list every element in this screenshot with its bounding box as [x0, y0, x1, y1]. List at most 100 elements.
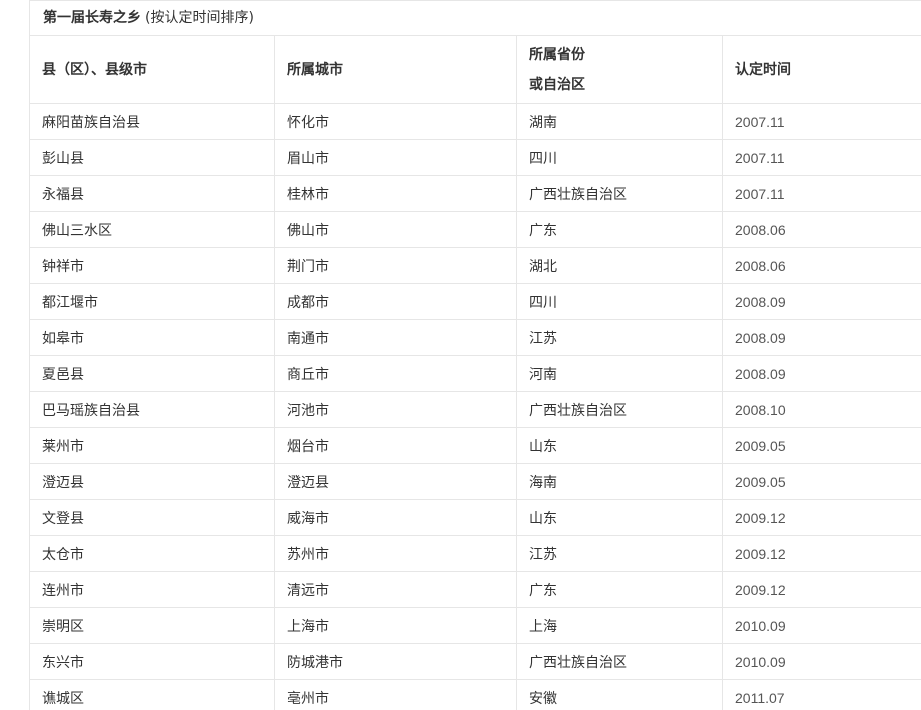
- table-row: 钟祥市 荆门市 湖北 2008.06: [29, 247, 921, 284]
- table-row: 巴马瑶族自治县 河池市 广西壮族自治区 2008.10: [29, 391, 921, 428]
- cell-province: 山东: [516, 427, 723, 464]
- longevity-table-container: 第一届长寿之乡 (按认定时间排序) 县（区）、县级市 所属城市 所属省份 或自治区…: [29, 0, 921, 710]
- table-row: 东兴市 防城港市 广西壮族自治区 2010.09: [29, 643, 921, 680]
- caption-title: 第一届长寿之乡: [43, 10, 141, 26]
- cell-city: 苏州市: [274, 535, 517, 572]
- cell-county: 莱州市: [29, 427, 275, 464]
- cell-county: 连州市: [29, 571, 275, 608]
- cell-county: 彭山县: [29, 139, 275, 176]
- cell-city: 成都市: [274, 283, 517, 320]
- table-row: 崇明区 上海市 上海 2010.09: [29, 607, 921, 644]
- cell-city: 佛山市: [274, 211, 517, 248]
- cell-date: 2007.11: [722, 103, 921, 140]
- cell-province: 江苏: [516, 535, 723, 572]
- cell-province: 湖北: [516, 247, 723, 284]
- cell-city: 南通市: [274, 319, 517, 356]
- header-county: 县（区）、县级市: [29, 36, 275, 104]
- table-caption: 第一届长寿之乡 (按认定时间排序): [29, 0, 921, 36]
- cell-date: 2011.07: [722, 679, 921, 710]
- table-row: 如皋市 南通市 江苏 2008.09: [29, 319, 921, 356]
- cell-county: 麻阳苗族自治县: [29, 103, 275, 140]
- cell-date: 2009.12: [722, 571, 921, 608]
- cell-date: 2008.09: [722, 319, 921, 356]
- cell-date: 2009.12: [722, 535, 921, 572]
- cell-province: 广西壮族自治区: [516, 175, 723, 212]
- cell-city: 桂林市: [274, 175, 517, 212]
- table-row: 连州市 清远市 广东 2009.12: [29, 571, 921, 608]
- cell-date: 2007.11: [722, 175, 921, 212]
- cell-city: 河池市: [274, 391, 517, 428]
- left-gutter: [0, 0, 29, 710]
- table-row: 永福县 桂林市 广西壮族自治区 2007.11: [29, 175, 921, 212]
- cell-date: 2009.12: [722, 499, 921, 536]
- cell-city: 防城港市: [274, 643, 517, 680]
- cell-province: 广东: [516, 571, 723, 608]
- table-row: 澄迈县 澄迈县 海南 2009.05: [29, 463, 921, 500]
- cell-date: 2008.09: [722, 355, 921, 392]
- cell-province: 广西壮族自治区: [516, 643, 723, 680]
- table-body: 麻阳苗族自治县 怀化市 湖南 2007.11 彭山县 眉山市 四川 2007.11 永福县 桂林市…: [29, 103, 921, 710]
- cell-date: 2010.09: [722, 607, 921, 644]
- table-row: 太仓市 苏州市 江苏 2009.12: [29, 535, 921, 572]
- table-row: 夏邑县 商丘市 河南 2008.09: [29, 355, 921, 392]
- cell-date: 2008.06: [722, 211, 921, 248]
- header-province: 所属省份 或自治区: [516, 36, 723, 104]
- cell-province: 四川: [516, 139, 723, 176]
- cell-county: 如皋市: [29, 319, 275, 356]
- cell-province: 广东: [516, 211, 723, 248]
- cell-county: 佛山三水区: [29, 211, 275, 248]
- cell-date: 2007.11: [722, 139, 921, 176]
- header-date: 认定时间: [722, 36, 921, 104]
- cell-date: 2010.09: [722, 643, 921, 680]
- cell-city: 清远市: [274, 571, 517, 608]
- cell-county: 太仓市: [29, 535, 275, 572]
- cell-county: 谯城区: [29, 679, 275, 710]
- cell-city: 上海市: [274, 607, 517, 644]
- cell-city: 威海市: [274, 499, 517, 536]
- caption-note: (按认定时间排序): [145, 10, 254, 26]
- cell-county: 澄迈县: [29, 463, 275, 500]
- cell-province: 四川: [516, 283, 723, 320]
- cell-province: 山东: [516, 499, 723, 536]
- header-province-line2: 或自治区: [529, 76, 585, 93]
- cell-date: 2008.06: [722, 247, 921, 284]
- cell-county: 巴马瑶族自治县: [29, 391, 275, 428]
- cell-province: 海南: [516, 463, 723, 500]
- header-province-line1: 所属省份: [529, 46, 585, 63]
- table-row: 文登县 威海市 山东 2009.12: [29, 499, 921, 536]
- cell-city: 澄迈县: [274, 463, 517, 500]
- cell-date: 2009.05: [722, 463, 921, 500]
- table-row: 都江堰市 成都市 四川 2008.09: [29, 283, 921, 320]
- cell-province: 上海: [516, 607, 723, 644]
- cell-date: 2008.09: [722, 283, 921, 320]
- cell-province: 江苏: [516, 319, 723, 356]
- cell-city: 烟台市: [274, 427, 517, 464]
- cell-province: 广西壮族自治区: [516, 391, 723, 428]
- cell-county: 钟祥市: [29, 247, 275, 284]
- cell-city: 荆门市: [274, 247, 517, 284]
- cell-county: 文登县: [29, 499, 275, 536]
- cell-county: 崇明区: [29, 607, 275, 644]
- cell-province: 安徽: [516, 679, 723, 710]
- cell-county: 夏邑县: [29, 355, 275, 392]
- page: 第一届长寿之乡 (按认定时间排序) 县（区）、县级市 所属城市 所属省份 或自治区…: [0, 0, 921, 710]
- cell-date: 2009.05: [722, 427, 921, 464]
- longevity-table: 县（区）、县级市 所属城市 所属省份 或自治区 认定时间 麻阳苗族自治县 怀化市湖…: [29, 36, 921, 710]
- cell-date: 2008.10: [722, 391, 921, 428]
- cell-province: 河南: [516, 355, 723, 392]
- header-city: 所属城市: [274, 36, 517, 104]
- table-row: 莱州市 烟台市 山东 2009.05: [29, 427, 921, 464]
- table-row: 彭山县 眉山市 四川 2007.11: [29, 139, 921, 176]
- table-row: 佛山三水区 佛山市 广东 2008.06: [29, 211, 921, 248]
- table-row: 谯城区 亳州市 安徽 2011.07: [29, 679, 921, 710]
- table-row: 麻阳苗族自治县 怀化市 湖南 2007.11: [29, 103, 921, 140]
- table-header-row: 县（区）、县级市 所属城市 所属省份 或自治区 认定时间: [29, 36, 921, 104]
- cell-province: 湖南: [516, 103, 723, 140]
- cell-city: 亳州市: [274, 679, 517, 710]
- cell-county: 东兴市: [29, 643, 275, 680]
- cell-city: 商丘市: [274, 355, 517, 392]
- cell-county: 永福县: [29, 175, 275, 212]
- cell-city: 眉山市: [274, 139, 517, 176]
- cell-city: 怀化市: [274, 103, 517, 140]
- cell-county: 都江堰市: [29, 283, 275, 320]
